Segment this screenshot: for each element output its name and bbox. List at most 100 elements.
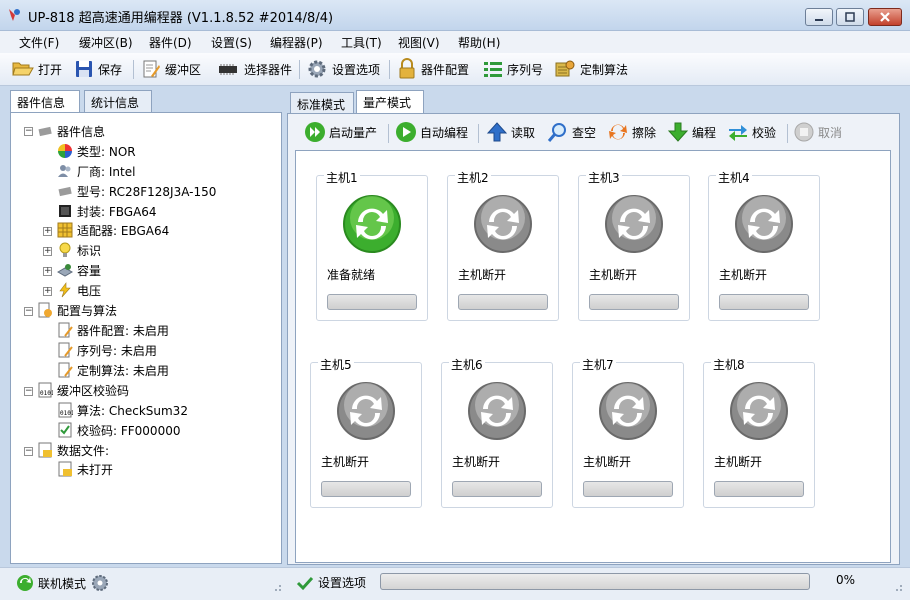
tree-collapse-toggle[interactable]: − [24,387,33,396]
svg-text:0101: 0101 [60,410,73,417]
blank-check-button[interactable]: 查空 [547,120,596,144]
tree-node-capacity[interactable]: 容量 [57,261,101,279]
buffer-button[interactable]: 缓冲区 [141,58,201,80]
tab-mass-production-mode[interactable]: 量产模式 [356,90,424,114]
menu-help[interactable]: 帮助(H) [458,34,500,51]
tree-node-voltage[interactable]: 电压 [57,281,101,299]
main-toolbar: 打开 保存 缓冲区 选择器件 设置选项 器件配置 序列号 定制算法 [0,53,910,86]
toolbar-separator [299,60,300,79]
tree-node-config-algo[interactable]: 配置与算法 [37,301,117,319]
tab-statistics[interactable]: 统计信息 [84,90,152,113]
document-edit-icon [58,322,73,338]
toolbar-separator [389,60,390,79]
tree-expand-toggle[interactable]: + [43,267,52,276]
save-button[interactable]: 保存 [74,58,122,80]
binary-icon: 0101 [38,382,53,398]
host-status: 主机断开 [589,268,638,282]
host-card[interactable]: 主机5 主机断开 [310,356,422,508]
tree-expand-toggle[interactable]: + [43,227,52,236]
file-icon [58,461,72,477]
host-progress-bar [589,294,679,310]
tree-collapse-toggle[interactable]: − [24,447,33,456]
status-bar: 联机模式 设置选项 0% [0,567,910,600]
menu-view[interactable]: 视图(V) [398,34,440,51]
magnifier-icon [547,123,566,142]
window-title: UP-818 超高速通用编程器 (V1.1.8.52 #2014/8/4) [28,11,334,26]
program-button[interactable]: 编程 [667,120,716,144]
menu-device[interactable]: 器件(D) [149,34,192,51]
connection-gear-icon [92,575,109,591]
host-card[interactable]: 主机6 主机断开 [441,356,553,508]
serial-button[interactable]: 序列号 [483,58,543,80]
tree-node-dev-config[interactable]: 器件配置: 未启用 [57,321,169,339]
tree-node-type[interactable]: 类型: NOR [57,142,136,160]
toolbar-separator [388,124,389,143]
menu-programmer[interactable]: 编程器(P) [270,34,323,51]
minimize-button[interactable] [805,8,833,26]
fast-forward-icon [305,122,325,142]
host-card[interactable]: 主机3 主机断开 [578,169,690,321]
menu-buffer[interactable]: 缓冲区(B) [79,34,133,51]
host-card[interactable]: 主机4 主机断开 [708,169,820,321]
tab-standard-mode[interactable]: 标准模式 [290,92,354,115]
tree-node-adapter[interactable]: 适配器: EBGA64 [57,221,169,239]
tree-node-mark[interactable]: 标识 [57,241,101,259]
tree-node-data-file[interactable]: 数据文件: [37,441,109,459]
cancel-button[interactable]: 取消 [793,120,842,144]
settings-status[interactable]: 设置选项 [296,574,366,591]
resize-grip-icon[interactable] [272,582,282,592]
menu-settings[interactable]: 设置(S) [211,34,252,51]
floppy-disk-icon [76,61,92,77]
host-card[interactable]: 主机1 准备就绪 [316,169,428,321]
tree-collapse-toggle[interactable]: − [24,127,33,136]
settings-button[interactable]: 设置选项 [306,58,380,80]
tree-node-package[interactable]: 封装: FBGA64 [57,202,157,220]
menu-file[interactable]: 文件(F) [19,34,59,51]
stop-icon [794,122,814,142]
read-button[interactable]: 读取 [486,120,535,144]
open-button[interactable]: 打开 [12,58,62,80]
tree-node-device-info[interactable]: 器件信息 [37,122,105,140]
lock-icon [399,58,415,79]
tree-expand-toggle[interactable]: + [43,287,52,296]
drive-icon [57,264,73,277]
select-device-button[interactable]: 选择器件 [216,58,292,80]
tree-node-model[interactable]: 型号: RC28F128J3A-150 [57,182,216,200]
host-card[interactable]: 主机2 主机断开 [447,169,559,321]
device-config-button[interactable]: 器件配置 [397,58,469,80]
tree-node-custom-algo[interactable]: 定制算法: 未启用 [57,361,169,379]
overall-progress-bar [380,573,810,590]
algorithm-icon [555,60,575,77]
tree-node-vendor[interactable]: 厂商: Intel [57,162,135,180]
host-card[interactable]: 主机7 主机断开 [572,356,684,508]
tree-node-checksum[interactable]: 校验码: FF000000 [57,421,180,439]
tree-expand-toggle[interactable]: + [43,247,52,256]
close-button[interactable] [868,8,902,26]
tab-device-info[interactable]: 器件信息 [10,90,80,114]
tree-node-algorithm[interactable]: 0101 算法: CheckSum32 [57,401,188,419]
menu-bar: 文件(F) 缓冲区(B) 器件(D) 设置(S) 编程器(P) 工具(T) 视图… [0,31,910,53]
custom-algo-button[interactable]: 定制算法 [554,58,628,80]
host-name: 主机6 [449,356,485,373]
arrow-down-icon [667,122,689,142]
document-edit-icon [58,362,73,378]
tree-node-serial[interactable]: 序列号: 未启用 [57,341,157,359]
maximize-icon [845,12,855,22]
menu-tools[interactable]: 工具(T) [341,34,382,51]
host-card[interactable]: 主机8 主机断开 [703,356,815,508]
verify-button[interactable]: 校验 [727,120,776,144]
tree-node-buffer-checksum[interactable]: 0101 缓冲区校验码 [37,381,129,399]
start-mass-production-button[interactable]: 启动量产 [304,120,377,144]
maximize-button[interactable] [836,8,864,26]
title-bar: UP-818 超高速通用编程器 (V1.1.8.52 #2014/8/4) [0,0,910,31]
auto-program-button[interactable]: 自动编程 [395,120,468,144]
resize-grip-icon[interactable] [893,582,903,592]
online-mode-indicator[interactable]: 联机模式 [16,574,110,592]
tree-collapse-toggle[interactable]: − [24,307,33,316]
host-progress-bar [327,294,417,310]
host-status: 主机断开 [458,268,507,282]
tree-node-not-opened[interactable]: 未打开 [57,460,113,478]
erase-button[interactable]: 擦除 [607,120,656,144]
binary-icon: 0101 [58,402,73,418]
refresh-green-icon [17,575,33,591]
